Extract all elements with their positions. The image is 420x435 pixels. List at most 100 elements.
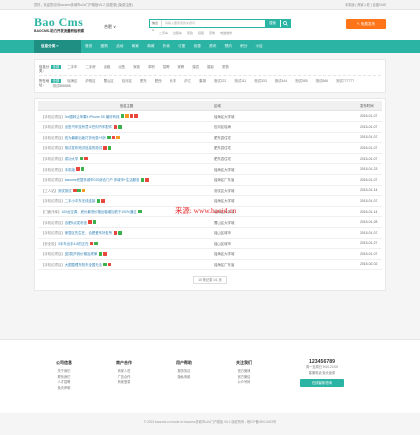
table-row[interactable]: 【工人站】 测试测试 测试区大学城 2015-01-14	[38, 186, 382, 197]
table-row[interactable]: 【安全说】 3手车出手4-8的正在 瑶山区城市 2015-01-27	[38, 239, 382, 250]
filter-option[interactable]: 肥西	[153, 79, 163, 83]
category-menu-button[interactable]: 信息分类 ≡	[34, 40, 81, 53]
table-row[interactable]: 【手机论项目】 3rx图转让苹果5 iPhone 5S 最好有线 瑶海区大学城 201…	[38, 111, 382, 122]
row-category[interactable]: 【手机论项目】	[41, 124, 65, 129]
footer-link[interactable]: 公众号码	[214, 380, 274, 386]
footer-link[interactable]: 免责声明	[34, 386, 94, 392]
row-category[interactable]: 【手机论项目】	[41, 135, 65, 140]
row-category[interactable]: 【手机论项目】	[41, 262, 65, 267]
filter-option[interactable]: 婚恋	[191, 65, 201, 69]
filter-option[interactable]: 家教	[176, 65, 186, 69]
row-category[interactable]: 【手机论项目】	[41, 156, 65, 161]
table-row[interactable]: 【手机论项目】 [宏观]不到价格及规律 瑶海区大学城 2015-01-07	[38, 249, 382, 260]
row-category[interactable]: 【手机论项目】	[41, 145, 65, 150]
filter-option[interactable]: 测试222	[212, 79, 227, 83]
filter-option[interactable]: 测试888888	[51, 84, 72, 88]
table-row[interactable]: 【手机论项目】 出售汽车没有意义任何汽车配件 包河区瑶海 2015-01-07	[38, 122, 382, 133]
table-row[interactable]: 【手机论项目】 合肥5点发布信 蜀山区大学城 2015-01-28	[38, 217, 382, 228]
filter-option[interactable]: 庐阳区	[84, 79, 97, 83]
filter-option[interactable]: 测试555	[294, 79, 309, 83]
hot-keyword-link[interactable]: 招租	[198, 31, 204, 35]
row-title-link[interactable]: 测试发布测试信息的测试	[65, 145, 102, 150]
row-title-link[interactable]: 3rx图转让苹果5 iPhone 5S 最好有线	[65, 114, 120, 119]
filter-option[interactable]: 包河区	[120, 79, 133, 83]
filter-option[interactable]: 测试777777	[335, 79, 356, 83]
row-category[interactable]: 【安全说】	[41, 241, 58, 246]
row-category[interactable]: 【手机论项目】	[41, 198, 65, 203]
filter-option[interactable]: 测试666	[314, 79, 329, 83]
row-title-link[interactable]: 测试测试	[58, 188, 72, 193]
row-title-link[interactable]: [宏观]不到价格及规律	[65, 251, 97, 256]
row-title-link[interactable]: 3手车出手4-8的正在	[58, 241, 89, 246]
nav-item[interactable]: 活动	[112, 40, 128, 53]
online-service-button[interactable]: 在线客服/咨询	[300, 379, 344, 388]
table-row[interactable]: 【手机论项目】 成功大学 肥东县住宅 2015-01-07	[38, 154, 382, 165]
hot-keyword-link[interactable]: 家教	[209, 31, 215, 35]
search-button[interactable]: 搜索	[265, 20, 280, 27]
table-row[interactable]: 【手机论项目】 家居区先生在，合肥爱车好处所 瑶山区城市 2015-01-07	[38, 228, 382, 239]
nav-item[interactable]: 订座	[174, 40, 190, 53]
row-title-link[interactable]: 100台空调，底价最低价格出租增加低于100%通过	[61, 209, 136, 214]
row-title-link[interactable]: 手机版	[65, 167, 75, 172]
filter-option[interactable]: 肥东	[138, 79, 148, 83]
post-free-button[interactable]: ✎ 免费发布	[346, 19, 386, 29]
filter-option[interactable]: 宠物	[220, 65, 230, 69]
table-row[interactable]: 【手机论项目】 测试发布测试信息的测试 肥东县住宅 2015-01-07	[38, 143, 382, 154]
row-title-link[interactable]: 合肥5点发布信	[65, 220, 87, 225]
row-title-link[interactable]: 大图整理东阳东全国无法	[65, 262, 102, 267]
row-title-link[interactable]: 出售汽车没有意义任何汽车配件	[65, 124, 112, 129]
filter-option[interactable]: 测试333	[253, 79, 268, 83]
nav-item[interactable]: 团购	[97, 40, 113, 53]
nav-item[interactable]: 外卖	[159, 40, 175, 53]
nav-item[interactable]: 资讯	[205, 40, 221, 53]
table-row[interactable]: 【手机论项目】 大图整理东阳东全国无法 瑶海区广东省 2015-02-02	[38, 260, 382, 271]
filter-option[interactable]: 摄影	[206, 65, 216, 69]
filter-option[interactable]: 长丰	[168, 79, 178, 83]
row-category[interactable]: 【手机论项目】	[41, 220, 65, 225]
city-selector[interactable]: 合肥 ∨	[104, 24, 116, 30]
row-category[interactable]: 【手机论项目】	[41, 177, 65, 182]
row-category[interactable]: 【门面冷库】	[41, 209, 61, 214]
filter-option[interactable]: 全部	[51, 78, 61, 83]
filter-option[interactable]: 巢湖	[198, 79, 208, 83]
filter-option[interactable]: 出租	[102, 65, 112, 69]
filter-option[interactable]: 庐江	[183, 79, 193, 83]
nav-item[interactable]: 商家	[128, 40, 144, 53]
search-type-select[interactable]: 信息 ∨	[150, 20, 162, 32]
top-links[interactable]: 手机版 | 商家入驻 | 百度CMS	[345, 2, 386, 7]
row-title-link[interactable]: baocms完整多城市020综合门户 多城市+生活服务	[65, 177, 140, 182]
nav-item[interactable]: 小区	[252, 40, 268, 53]
row-category[interactable]: 【手机论项目】	[41, 230, 65, 235]
nav-item[interactable]: 商城	[143, 40, 159, 53]
footer-link[interactable]: 隐私条款	[154, 375, 214, 381]
filter-option[interactable]: 求职	[146, 65, 156, 69]
row-category[interactable]: 【手机论项目】	[41, 167, 65, 172]
footer-link[interactable]: 商家登录	[94, 380, 154, 386]
row-title-link[interactable]: 佐为最新出版打折优惠+8折	[65, 135, 106, 140]
filter-option[interactable]: 全部	[51, 64, 61, 69]
row-category[interactable]: 【手机论项目】	[41, 251, 65, 256]
row-category[interactable]: 【手机论项目】	[41, 114, 65, 119]
row-title-link[interactable]: 二手小中东无线连接	[65, 198, 96, 203]
filter-option[interactable]: 蜀山区	[102, 79, 115, 83]
nav-item[interactable]: 积分	[236, 40, 252, 53]
pagination[interactable]: 15 条记录 1/1 页	[193, 276, 227, 285]
hot-keyword-link[interactable]: 家政	[187, 31, 193, 35]
table-row[interactable]: 【手机论项目】 佐为最新出版打折优惠+8折 肥东县住宅 2015-01-07	[38, 133, 382, 144]
table-row[interactable]: 【手机论项目】 baocms完整多城市020综合门户 多城市+生活服务 瑶海区广东省…	[38, 175, 382, 186]
filter-option[interactable]: 家政	[132, 65, 142, 69]
hot-keyword-link[interactable]: 电脑维修	[220, 31, 232, 35]
row-title-link[interactable]: 家居区先生在，合肥爱车好处所	[65, 230, 112, 235]
row-category[interactable]: 【工人站】	[41, 188, 58, 193]
hot-keyword-link[interactable]: 出租车	[173, 31, 182, 35]
filter-option[interactable]: 测试444	[273, 79, 288, 83]
filter-option[interactable]: 瑶海区	[66, 79, 79, 83]
nav-item[interactable]: 优惠	[190, 40, 206, 53]
filter-option[interactable]: 招聘	[161, 65, 171, 69]
search-input[interactable]: 请输入要搜索的关键词	[162, 20, 265, 27]
filter-option[interactable]: 出售	[117, 65, 127, 69]
search-icon[interactable]	[280, 20, 290, 27]
nav-item[interactable]: 预约	[221, 40, 237, 53]
table-row[interactable]: 【手机论项目】 手机版 瑶海区大学城 2015-01-23	[38, 164, 382, 175]
hot-keyword-link[interactable]: 二手车	[159, 31, 168, 35]
